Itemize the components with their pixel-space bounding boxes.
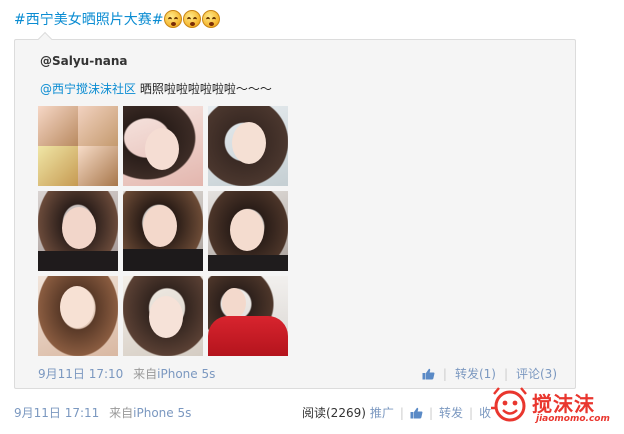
promote-link[interactable]: 推广 [370,404,394,421]
repost-meta: 9月11日 17:10 来自iPhone 5s [38,365,215,382]
repost-author[interactable]: @Salyu-nana [40,54,127,68]
post-title: #西宁美女晒照片大赛# [14,8,221,30]
topic-link[interactable]: #西宁美女晒照片大赛# [14,9,163,29]
photo-thumbnail[interactable] [208,106,288,186]
photo-thumbnail[interactable] [38,106,118,186]
watermark-brand: 搅沫沫 [532,392,595,416]
crying-laugh-emoji-icon [202,10,221,28]
photo-thumbnail[interactable] [123,276,203,356]
repost-count-link[interactable]: 转发(1) [455,365,496,382]
divider: | [503,366,508,381]
site-watermark: 搅沫沫 jiaomomo.com [488,384,618,430]
source-link[interactable]: iPhone 5s [157,367,215,381]
photo-thumbnail[interactable] [123,106,203,186]
photo-thumbnail[interactable] [38,276,118,356]
like-icon[interactable] [410,407,423,419]
post-time[interactable]: 9月11日 17:11 [14,406,99,420]
repost-actions: | 转发(1) | 评论(3) [422,365,557,382]
divider: | [399,405,404,420]
crying-laugh-emoji-icon [183,10,202,28]
divider: | [469,405,474,420]
comment-count-link[interactable]: 评论(3) [516,365,557,382]
divider: | [442,366,447,381]
repost-body: 晒照啦啦啦啦啦啦～～～ [136,82,272,96]
photo-thumbnail[interactable] [123,191,203,271]
source-link[interactable]: iPhone 5s [133,406,191,420]
source-prefix: 来自 [109,406,134,420]
photo-thumbnail[interactable] [208,276,288,356]
photo-thumbnail[interactable] [208,191,288,271]
repost-time[interactable]: 9月11日 17:10 [38,367,123,381]
read-count: 阅读(2269) [302,406,366,420]
mascot-logo-icon [491,387,527,422]
post-meta: 9月11日 17:11 来自iPhone 5s [14,404,191,421]
repost-text: @西宁搅沫沫社区 晒照啦啦啦啦啦啦～～～ [40,80,272,97]
watermark-url: jiaomomo.com [536,414,610,424]
source-prefix: 来自 [133,367,158,381]
photo-thumbnail[interactable] [38,191,118,271]
like-icon[interactable] [422,368,435,380]
repost-card: @Salyu-nana @西宁搅沫沫社区 晒照啦啦啦啦啦啦～～～ 9月11日 1… [14,31,576,389]
divider: | [428,405,434,420]
repost-card-pointer [37,31,53,47]
crying-laugh-emoji-icon [164,10,183,28]
post-actions: 阅读(2269) 推广 | | 转发 | 收 [302,404,491,421]
repost-link[interactable]: 转发 [439,404,463,421]
mention-link[interactable]: @西宁搅沫沫社区 [40,82,136,96]
